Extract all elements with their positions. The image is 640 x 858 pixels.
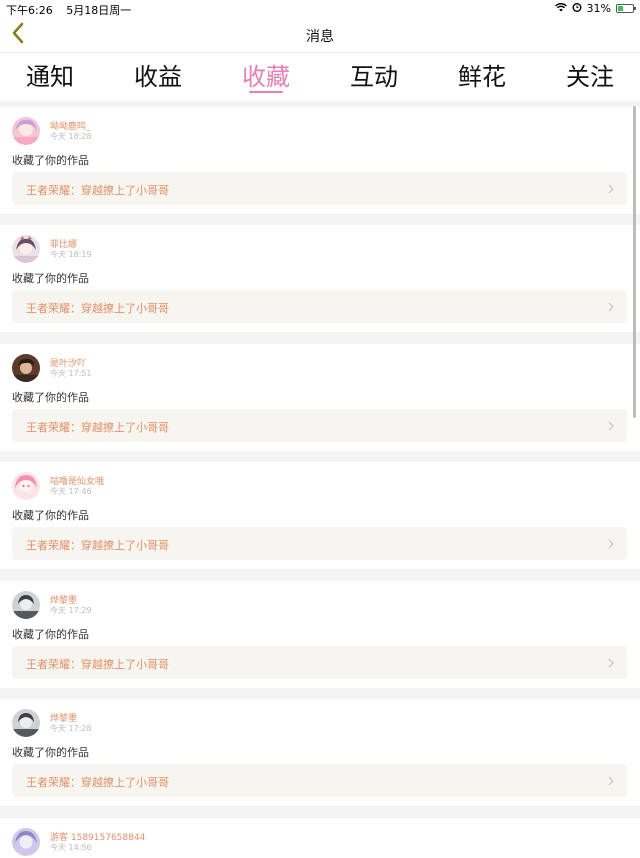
wifi-icon [554,2,567,15]
active-tab-indicator [249,91,283,93]
action-text: 收藏了你的作品 [12,272,89,285]
list-item: 烨黎墨 今天 17:29 收藏了你的作品 王者荣耀：穿越撩上了小哥哥 [0,581,640,688]
work-title: 王者荣耀：穿越撩上了小哥哥 [26,421,169,434]
work-title: 王者荣耀：穿越撩上了小哥哥 [26,302,169,315]
status-date: 5月18日周一 [66,4,132,17]
tab-bar: 通知 收益 收藏 互动 鲜花 关注 [0,53,640,101]
timestamp: 今天 14:56 [50,843,92,852]
action-text: 收藏了你的作品 [12,746,89,759]
alarm-icon [572,2,582,15]
timestamp: 今天 18:19 [50,250,92,259]
chevron-right-icon [607,418,615,437]
action-text: 收藏了你的作品 [12,509,89,522]
work-link[interactable]: 王者荣耀：穿越撩上了小哥哥 [12,527,627,560]
battery-percent: 31% [586,2,611,15]
chevron-right-icon [607,299,615,318]
tab-favorites[interactable]: 收藏 [221,57,311,92]
tab-interactions[interactable]: 互动 [329,57,419,92]
battery-icon [616,4,636,13]
action-text: 收藏了你的作品 [12,154,89,167]
tab-earnings[interactable]: 收益 [113,57,203,92]
avatar[interactable] [12,117,40,145]
chevron-right-icon [607,773,615,792]
timestamp: 今天 17:29 [50,606,92,615]
chevron-right-icon [607,536,615,555]
list-item: 呦呦鹿鸣_ 今天 18:28 收藏了你的作品 王者荣耀：穿越撩上了小哥哥 [0,107,640,214]
work-link[interactable]: 王者荣耀：穿越撩上了小哥哥 [12,764,627,797]
nav-bar: 消息 [0,18,640,53]
status-time: 下午6:26 [6,4,53,17]
status-bar-right: 31% [554,2,636,15]
list-item: 菲比娜 今天 18:19 收藏了你的作品 王者荣耀：穿越撩上了小哥哥 [0,225,640,332]
timestamp: 今天 18:28 [50,132,92,141]
work-title: 王者荣耀：穿越撩上了小哥哥 [26,539,169,552]
avatar[interactable] [12,591,40,619]
tab-following[interactable]: 关注 [545,57,635,92]
action-text: 收藏了你的作品 [12,628,89,641]
chevron-right-icon [607,655,615,674]
timestamp: 今天 17:51 [50,369,92,378]
work-link[interactable]: 王者荣耀：穿越撩上了小哥哥 [12,290,627,323]
work-title: 王者荣耀：穿越撩上了小哥哥 [26,184,169,197]
work-link[interactable]: 王者荣耀：穿越撩上了小哥哥 [12,409,627,442]
list-item: 烨黎墨 今天 17:28 收藏了你的作品 王者荣耀：穿越撩上了小哥哥 [0,699,640,806]
list-item: 是叶汐吖 今天 17:51 收藏了你的作品 王者荣耀：穿越撩上了小哥哥 [0,344,640,451]
scrollbar[interactable] [633,106,636,418]
page-title: 消息 [306,29,334,45]
status-bar: 下午6:26 5月18日周一 31% [0,0,640,18]
status-bar-left: 下午6:26 5月18日周一 [6,2,141,18]
tab-flowers[interactable]: 鲜花 [437,57,527,92]
timestamp: 今天 17:28 [50,724,92,733]
work-title: 王者荣耀：穿越撩上了小哥哥 [26,776,169,789]
avatar[interactable] [12,235,40,263]
action-text: 收藏了你的作品 [12,391,89,404]
timestamp: 今天 17:46 [50,487,92,496]
chevron-right-icon [607,181,615,200]
avatar[interactable] [12,709,40,737]
list-item: 游客 1589157658844 今天 14:56 [0,818,640,858]
work-title: 王者荣耀：穿越撩上了小哥哥 [26,658,169,671]
tab-notifications[interactable]: 通知 [5,57,95,92]
avatar[interactable] [12,354,40,382]
list-item: 咕噜是仙女哦 今天 17:46 收藏了你的作品 王者荣耀：穿越撩上了小哥哥 [0,462,640,569]
work-link[interactable]: 王者荣耀：穿越撩上了小哥哥 [12,172,627,205]
avatar[interactable] [12,472,40,500]
avatar[interactable] [12,828,40,856]
work-link[interactable]: 王者荣耀：穿越撩上了小哥哥 [12,646,627,679]
